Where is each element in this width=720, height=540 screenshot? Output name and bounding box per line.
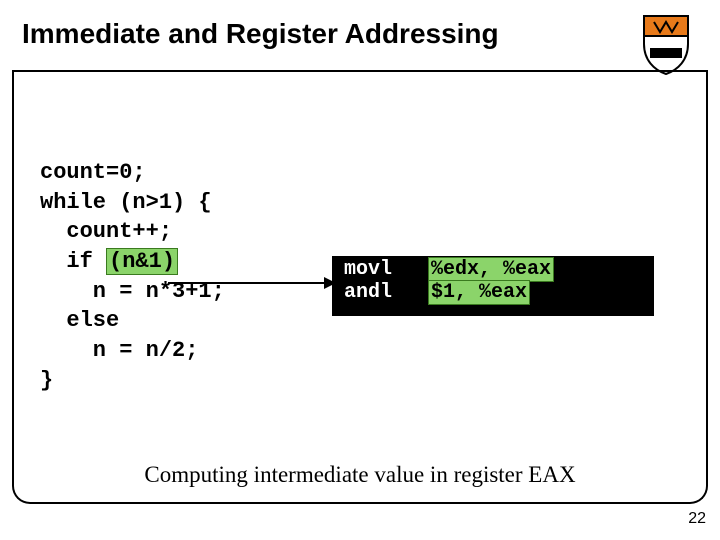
page-number: 22: [688, 510, 706, 528]
asm-highlight: %edx, %eax: [428, 257, 554, 282]
code-line: }: [40, 368, 53, 393]
code-line: n = n/2;: [40, 338, 198, 363]
assembly-code: movl %edx, %eax andl $1, %eax: [344, 258, 554, 304]
code-line: count=0;: [40, 160, 146, 185]
code-line: count++;: [40, 219, 172, 244]
asm-op: movl: [344, 258, 392, 281]
code-line: if: [40, 249, 106, 274]
c-source-code: count=0; while (n>1) { count++; if (n&1)…: [40, 158, 225, 396]
princeton-shield-icon: [640, 14, 692, 76]
code-highlight: (n&1): [106, 248, 178, 275]
slide: Immediate and Register Addressing count=…: [0, 0, 720, 540]
code-line: else: [40, 308, 119, 333]
asm-highlight: $1, %eax: [428, 280, 530, 305]
slide-title: Immediate and Register Addressing: [22, 18, 499, 50]
slide-caption: Computing intermediate value in register…: [0, 462, 720, 488]
arrow-icon: [168, 282, 334, 284]
code-line: while (n>1) {: [40, 190, 212, 215]
asm-op: andl: [344, 281, 392, 304]
